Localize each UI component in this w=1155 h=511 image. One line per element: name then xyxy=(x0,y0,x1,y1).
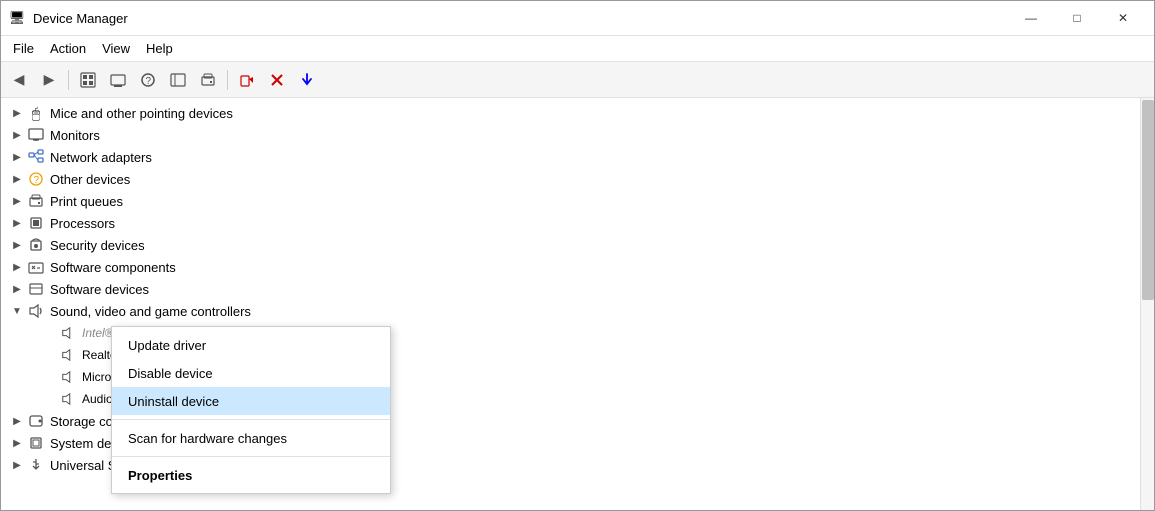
tree-item-sw-devices[interactable]: ▶ Software devices xyxy=(1,278,1140,300)
processors-label: Processors xyxy=(50,216,115,231)
expand-monitors[interactable]: ▶ xyxy=(9,127,25,143)
system-icon xyxy=(27,434,45,452)
scrollbar-thumb[interactable] xyxy=(1142,100,1154,300)
expand-sound-c3 xyxy=(41,369,57,385)
menu-file[interactable]: File xyxy=(5,39,42,58)
expand-usb[interactable]: ▶ xyxy=(9,457,25,473)
security-icon xyxy=(27,236,45,254)
expand-sound-c2 xyxy=(41,347,57,363)
content-area: ▶ 🖱 Mice and other pointing devices ▶ Mo… xyxy=(1,98,1154,510)
print-label: Print queues xyxy=(50,194,123,209)
expand-print[interactable]: ▶ xyxy=(9,193,25,209)
toolbar-btn1[interactable] xyxy=(74,67,102,93)
tree-item-mice[interactable]: ▶ 🖱 Mice and other pointing devices xyxy=(1,102,1140,124)
sw-components-label: Software components xyxy=(50,260,176,275)
svg-text:?: ? xyxy=(146,76,152,87)
context-properties[interactable]: Properties xyxy=(112,461,390,489)
tree-item-sw-components[interactable]: ▶ Software components xyxy=(1,256,1140,278)
sound-label: Sound, video and game controllers xyxy=(50,304,251,319)
toolbar-back[interactable]: ◀ xyxy=(5,67,33,93)
toolbar-btn2[interactable] xyxy=(104,67,132,93)
sw-devices-icon xyxy=(27,280,45,298)
toolbar-btn3[interactable]: ? xyxy=(134,67,162,93)
menu-action[interactable]: Action xyxy=(42,39,94,58)
device-manager-window: 🖥 Device Manager — □ ✕ File Action View … xyxy=(0,0,1155,511)
app-icon: 🖥 xyxy=(9,10,25,26)
context-uninstall-device[interactable]: Uninstall device xyxy=(112,387,390,415)
mice-icon: 🖱 xyxy=(27,104,45,122)
tree-item-monitors[interactable]: ▶ Monitors xyxy=(1,124,1140,146)
sw-components-icon xyxy=(27,258,45,276)
usb-icon xyxy=(27,456,45,474)
window-controls: — □ ✕ xyxy=(1008,1,1146,36)
context-update-driver[interactable]: Update driver xyxy=(112,331,390,359)
toolbar-btn4[interactable] xyxy=(164,67,192,93)
expand-storage[interactable]: ▶ xyxy=(9,413,25,429)
storage-icon xyxy=(27,412,45,430)
expand-sw-components[interactable]: ▶ xyxy=(9,259,25,275)
context-disable-device[interactable]: Disable device xyxy=(112,359,390,387)
tree-item-security[interactable]: ▶ Security devices xyxy=(1,234,1140,256)
other-label: Other devices xyxy=(50,172,130,187)
toolbar-sep1 xyxy=(68,70,69,90)
context-scan[interactable]: Scan for hardware changes xyxy=(112,424,390,452)
sound-c2-icon xyxy=(59,346,77,364)
toolbar-sep2 xyxy=(227,70,228,90)
expand-processors[interactable]: ▶ xyxy=(9,215,25,231)
expand-sound[interactable]: ▼ xyxy=(9,303,25,319)
processors-icon xyxy=(27,214,45,232)
menu-bar: File Action View Help xyxy=(1,36,1154,62)
context-divider2 xyxy=(112,456,390,457)
expand-sound-c4 xyxy=(41,391,57,407)
menu-view[interactable]: View xyxy=(94,39,138,58)
tree-item-print[interactable]: ▶ Print queues xyxy=(1,190,1140,212)
other-icon: ? xyxy=(27,170,45,188)
maximize-button[interactable]: □ xyxy=(1054,1,1100,36)
expand-security[interactable]: ▶ xyxy=(9,237,25,253)
toolbar-btn6[interactable] xyxy=(233,67,261,93)
sound-c1-icon xyxy=(59,324,77,342)
expand-mice[interactable]: ▶ xyxy=(9,105,25,121)
network-label: Network adapters xyxy=(50,150,152,165)
toolbar-forward[interactable]: ▶ xyxy=(35,67,63,93)
expand-other[interactable]: ▶ xyxy=(9,171,25,187)
tree-item-sound[interactable]: ▼ Sound, video and game controllers xyxy=(1,300,1140,322)
expand-system[interactable]: ▶ xyxy=(9,435,25,451)
toolbar-btn7[interactable] xyxy=(263,67,291,93)
svg-text:?: ? xyxy=(34,175,40,186)
tree-item-network[interactable]: ▶ Network adapters xyxy=(1,146,1140,168)
expand-sound-c1 xyxy=(41,325,57,341)
context-menu: Update driver Disable device Uninstall d… xyxy=(111,326,391,494)
sound-icon xyxy=(27,302,45,320)
mice-label: Mice and other pointing devices xyxy=(50,106,233,121)
expand-network[interactable]: ▶ xyxy=(9,149,25,165)
toolbar-btn8[interactable] xyxy=(293,67,321,93)
monitors-label: Monitors xyxy=(50,128,100,143)
sound-c3-icon xyxy=(59,368,77,386)
network-icon xyxy=(27,148,45,166)
close-button[interactable]: ✕ xyxy=(1100,1,1146,36)
tree-item-other[interactable]: ▶ ? Other devices xyxy=(1,168,1140,190)
tree-item-processors[interactable]: ▶ Processors xyxy=(1,212,1140,234)
monitors-icon xyxy=(27,126,45,144)
security-label: Security devices xyxy=(50,238,145,253)
toolbar-btn5[interactable] xyxy=(194,67,222,93)
expand-sw-devices[interactable]: ▶ xyxy=(9,281,25,297)
scrollbar[interactable] xyxy=(1140,98,1154,510)
menu-help[interactable]: Help xyxy=(138,39,181,58)
print-icon xyxy=(27,192,45,210)
sw-devices-label: Software devices xyxy=(50,282,149,297)
sound-c4-icon xyxy=(59,390,77,408)
title-bar: 🖥 Device Manager — □ ✕ xyxy=(1,1,1154,36)
toolbar: ◀ ▶ ? xyxy=(1,62,1154,98)
window-title: Device Manager xyxy=(33,11,1008,26)
minimize-button[interactable]: — xyxy=(1008,1,1054,36)
context-divider1 xyxy=(112,419,390,420)
